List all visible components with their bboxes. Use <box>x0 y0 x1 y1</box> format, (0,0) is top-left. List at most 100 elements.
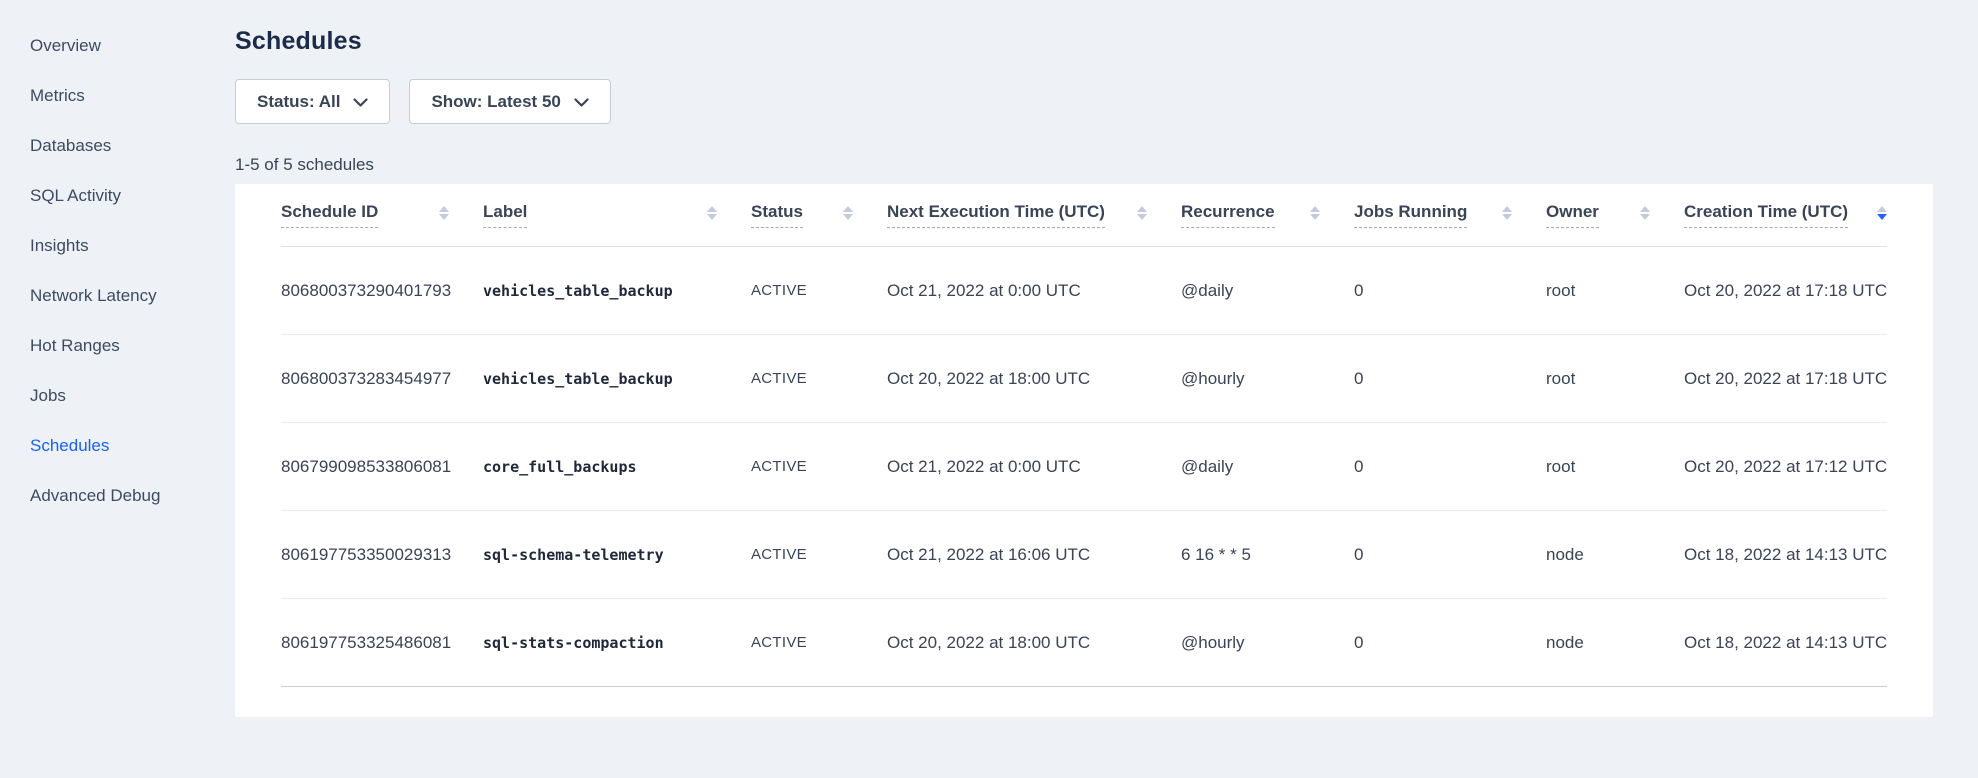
cell-label: vehicles_table_backup <box>483 370 751 388</box>
cell-recurrence: @hourly <box>1181 633 1354 653</box>
cell-next-execution: Oct 21, 2022 at 0:00 UTC <box>887 281 1181 301</box>
sort-down-arrow-icon <box>1502 214 1512 220</box>
sort-icon[interactable] <box>439 206 449 220</box>
show-filter-dropdown[interactable]: Show: Latest 50 <box>409 79 610 124</box>
sort-up-arrow-icon <box>707 206 717 212</box>
main-content: Schedules Status: All Show: Latest 50 1-… <box>235 0 1978 778</box>
sort-up-arrow-icon <box>1502 206 1512 212</box>
column-header-label: Recurrence <box>1181 202 1275 228</box>
sort-down-arrow-icon <box>843 214 853 220</box>
show-filter-label: Show: Latest 50 <box>431 92 560 112</box>
sidebar-item-label: Schedules <box>30 436 109 456</box>
column-header[interactable]: Owner <box>1546 184 1684 246</box>
status-filter-label: Status: All <box>257 92 340 112</box>
sidebar-item-jobs[interactable]: Jobs <box>0 371 235 421</box>
sidebar-nav: Overview Metrics Databases SQL Activity … <box>0 0 235 778</box>
table-row[interactable]: 806800373283454977 vehicles_table_backup… <box>281 335 1887 423</box>
column-header[interactable]: Recurrence <box>1181 184 1354 246</box>
table-header-row: Schedule ID Label Status Next Execution … <box>281 184 1887 247</box>
cell-status: ACTIVE <box>751 282 887 299</box>
sidebar-item-overview[interactable]: Overview <box>0 21 235 71</box>
sidebar-item-label: Insights <box>30 236 89 256</box>
sidebar-item-label: Overview <box>30 36 101 56</box>
column-header[interactable]: Creation Time (UTC) <box>1684 184 1887 246</box>
schedules-table-card: Schedule ID Label Status Next Execution … <box>235 184 1933 717</box>
cell-jobs-running: 0 <box>1354 633 1546 653</box>
cell-recurrence: @daily <box>1181 281 1354 301</box>
sidebar-item-label: Advanced Debug <box>30 486 160 506</box>
table-row[interactable]: 806197753325486081 sql-stats-compaction … <box>281 599 1887 687</box>
cell-status: ACTIVE <box>751 458 887 475</box>
sidebar-item-databases[interactable]: Databases <box>0 121 235 171</box>
sort-up-arrow-icon <box>1137 206 1147 212</box>
column-header-label: Status <box>751 202 803 228</box>
column-header[interactable]: Status <box>751 184 887 246</box>
table-row[interactable]: 806799098533806081 core_full_backups ACT… <box>281 423 1887 511</box>
sort-icon[interactable] <box>707 206 717 220</box>
sort-up-arrow-icon <box>439 206 449 212</box>
cell-owner: root <box>1546 457 1684 477</box>
page-layout: Overview Metrics Databases SQL Activity … <box>0 0 1978 778</box>
filter-bar: Status: All Show: Latest 50 <box>235 79 1933 124</box>
cell-next-execution: Oct 21, 2022 at 16:06 UTC <box>887 545 1181 565</box>
cell-next-execution: Oct 20, 2022 at 18:00 UTC <box>887 369 1181 389</box>
sort-icon[interactable] <box>1137 206 1147 220</box>
cell-creation-time: Oct 20, 2022 at 17:18 UTC <box>1684 369 1897 389</box>
cell-schedule-id: 806197753350029313 <box>281 545 483 565</box>
cell-recurrence: 6 16 * * 5 <box>1181 545 1354 565</box>
table-body: 806800373290401793 vehicles_table_backup… <box>281 247 1887 687</box>
cell-creation-time: Oct 18, 2022 at 14:13 UTC <box>1684 545 1897 565</box>
cell-creation-time: Oct 20, 2022 at 17:18 UTC <box>1684 281 1897 301</box>
cell-schedule-id: 806800373290401793 <box>281 281 483 301</box>
sidebar-item-metrics[interactable]: Metrics <box>0 71 235 121</box>
cell-status: ACTIVE <box>751 370 887 387</box>
sidebar-item-advanced-debug[interactable]: Advanced Debug <box>0 471 235 521</box>
cell-status: ACTIVE <box>751 634 887 651</box>
sidebar-item-label: Databases <box>30 136 111 156</box>
sort-icon[interactable] <box>1640 206 1650 220</box>
table-row[interactable]: 806800373290401793 vehicles_table_backup… <box>281 247 1887 335</box>
cell-schedule-id: 806800373283454977 <box>281 369 483 389</box>
sidebar-item-schedules[interactable]: Schedules <box>0 421 235 471</box>
column-header-label: Jobs Running <box>1354 202 1467 228</box>
sort-icon[interactable] <box>1310 206 1320 220</box>
cell-schedule-id: 806197753325486081 <box>281 633 483 653</box>
sort-down-arrow-icon <box>1137 214 1147 220</box>
cell-owner: root <box>1546 369 1684 389</box>
sidebar-item-label: Jobs <box>30 386 66 406</box>
column-header[interactable]: Next Execution Time (UTC) <box>887 184 1181 246</box>
column-header[interactable]: Schedule ID <box>281 184 483 246</box>
sort-down-arrow-icon <box>1310 214 1320 220</box>
column-header[interactable]: Jobs Running <box>1354 184 1546 246</box>
cell-label: core_full_backups <box>483 458 751 476</box>
sort-up-arrow-icon <box>843 206 853 212</box>
sort-down-arrow-icon <box>707 214 717 220</box>
cell-schedule-id: 806799098533806081 <box>281 457 483 477</box>
column-header-label: Schedule ID <box>281 202 378 228</box>
sidebar-item-sql-activity[interactable]: SQL Activity <box>0 171 235 221</box>
sort-down-arrow-icon <box>439 214 449 220</box>
sort-icon[interactable] <box>843 206 853 220</box>
cell-owner: node <box>1546 545 1684 565</box>
cell-creation-time: Oct 18, 2022 at 14:13 UTC <box>1684 633 1897 653</box>
sort-down-arrow-icon <box>1877 214 1887 220</box>
column-header-label: Label <box>483 202 527 228</box>
sidebar-item-label: Metrics <box>30 86 85 106</box>
cell-status: ACTIVE <box>751 546 887 563</box>
chevron-down-icon <box>353 98 368 108</box>
status-filter-dropdown[interactable]: Status: All <box>235 79 390 124</box>
column-header[interactable]: Label <box>483 184 751 246</box>
sidebar-item-label: Hot Ranges <box>30 336 120 356</box>
cell-next-execution: Oct 20, 2022 at 18:00 UTC <box>887 633 1181 653</box>
cell-owner: root <box>1546 281 1684 301</box>
sort-icon[interactable] <box>1877 206 1887 220</box>
sidebar-item-network-latency[interactable]: Network Latency <box>0 271 235 321</box>
sidebar-item-label: Network Latency <box>30 286 157 306</box>
table-row[interactable]: 806197753350029313 sql-schema-telemetry … <box>281 511 1887 599</box>
sidebar-item-hot-ranges[interactable]: Hot Ranges <box>0 321 235 371</box>
column-header-label: Creation Time (UTC) <box>1684 202 1848 228</box>
cell-jobs-running: 0 <box>1354 281 1546 301</box>
sort-down-arrow-icon <box>1640 214 1650 220</box>
sidebar-item-insights[interactable]: Insights <box>0 221 235 271</box>
sort-icon[interactable] <box>1502 206 1512 220</box>
